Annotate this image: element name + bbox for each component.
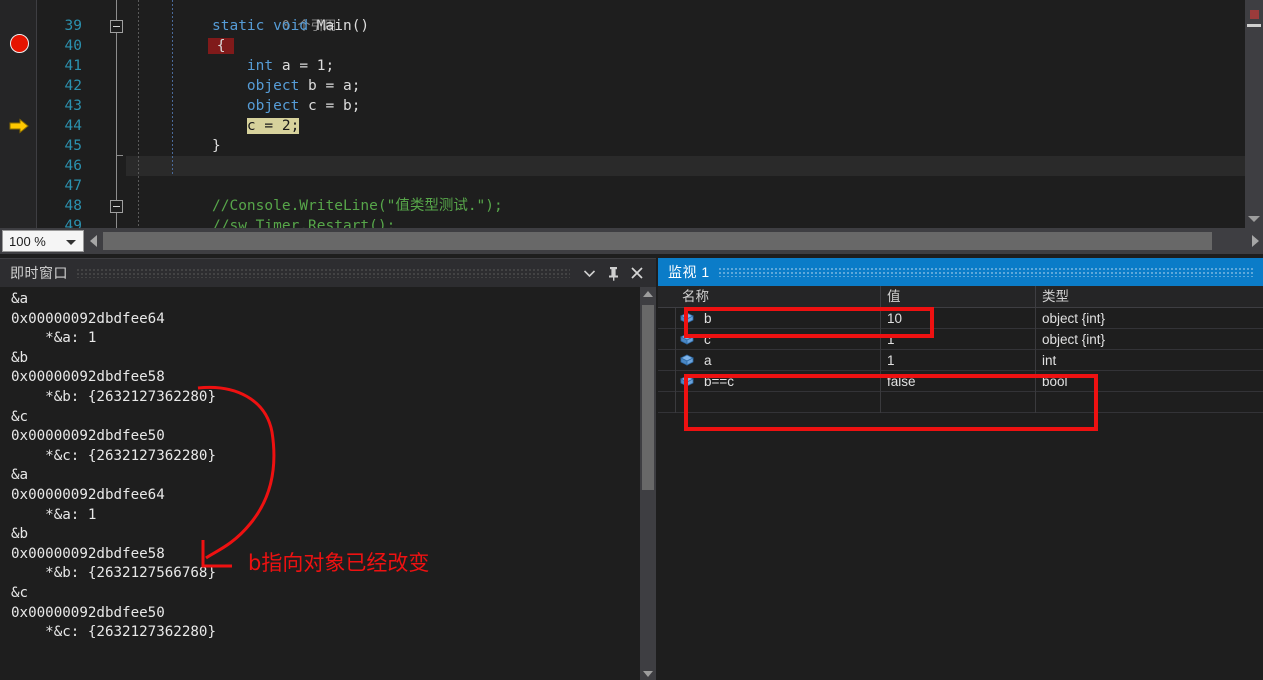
watch-value[interactable]: 10 <box>880 308 1035 329</box>
output-line: 0x00000092dbdfee50 <box>11 428 165 445</box>
row-expander[interactable] <box>662 371 676 392</box>
scrollbar-breakpoint-marker <box>1250 10 1259 19</box>
watch-type <box>1035 392 1263 413</box>
watch-type: object {int} <box>1035 329 1263 350</box>
pin-icon[interactable] <box>602 262 624 284</box>
column-header-value[interactable]: 值 <box>880 286 1035 308</box>
scroll-right-arrow-icon[interactable] <box>1252 235 1259 247</box>
table-row[interactable]: b 10 object {int} <box>658 308 1263 329</box>
code-line: object c = b; <box>246 98 361 114</box>
watch-value[interactable]: 1 <box>880 350 1035 371</box>
watch-name[interactable] <box>676 392 880 413</box>
table-row-empty[interactable] <box>658 392 1263 413</box>
immediate-window-panel: 即时窗口 &a 0x00000092dbdfee64 *&a: 1 &b 0x0… <box>0 258 656 680</box>
output-line: &c <box>11 584 29 601</box>
immediate-window-title: 即时窗口 <box>10 265 68 281</box>
code-line: object b = a; <box>246 78 361 94</box>
code-line-comment: //Console.WriteLine("值类型测试."); <box>212 198 503 214</box>
scroll-up-arrow-icon[interactable] <box>643 291 653 297</box>
hscroll-thumb[interactable] <box>103 232 1212 250</box>
watch-value[interactable]: false <box>880 371 1035 392</box>
row-expander[interactable] <box>662 392 676 413</box>
scrollbar-thumb[interactable] <box>642 305 654 490</box>
output-line: *&b: {2632127362280} <box>11 388 216 405</box>
row-expander[interactable] <box>662 308 676 329</box>
watch-name[interactable]: a <box>676 350 880 371</box>
code-line-current-statement: c = 2; <box>0 116 1263 136</box>
watch-name[interactable]: b <box>676 308 880 329</box>
output-line: *&a: 1 <box>11 330 97 347</box>
table-row[interactable]: b==c false bool <box>658 371 1263 392</box>
output-line: &b <box>11 349 29 366</box>
code-editor[interactable]: 39 40 41 42 43 44 45 46 47 48 49 0 个引用 s… <box>0 0 1263 228</box>
visual-studio-debug-window: 39 40 41 42 43 44 45 46 47 48 49 0 个引用 s… <box>0 0 1263 680</box>
panel-drag-handle[interactable] <box>76 268 570 278</box>
output-line: 0x00000092dbdfee64 <box>11 486 165 503</box>
watch-value[interactable] <box>880 392 1035 413</box>
column-header-type[interactable]: 类型 <box>1035 286 1263 308</box>
watch-name[interactable]: b==c <box>676 371 880 392</box>
current-statement-highlight: c = 2; <box>246 118 300 134</box>
scrollbar-thumb[interactable] <box>1247 24 1261 27</box>
editor-vertical-scrollbar[interactable] <box>1245 0 1263 228</box>
column-header-name[interactable]: 名称 <box>676 286 880 308</box>
watch-name[interactable]: c <box>676 329 880 350</box>
row-expander[interactable] <box>662 350 676 371</box>
watch-type: bool <box>1035 371 1263 392</box>
watch-variables-grid[interactable]: 名称 值 类型 b 10 object {int} c 1 object {in… <box>658 286 1263 680</box>
chevron-down-icon[interactable] <box>66 240 76 245</box>
code-line: } <box>212 138 221 154</box>
chevron-down-icon[interactable] <box>578 262 600 284</box>
output-line: *&c: {2632127362280} <box>11 624 216 641</box>
current-line-highlight <box>126 156 1263 176</box>
output-line: 0x00000092dbdfee58 <box>11 369 165 386</box>
watch-type: int <box>1035 350 1263 371</box>
watch-window-title: 监视 1 <box>668 264 710 280</box>
editor-horizontal-scrollbar[interactable] <box>86 230 1263 252</box>
immediate-window-scrollbar[interactable] <box>640 287 656 680</box>
table-row[interactable]: c 1 object {int} <box>658 329 1263 350</box>
output-line: *&a: 1 <box>11 506 97 523</box>
code-text-area[interactable]: 0 个引用 static void Main() { int a = 1; ob… <box>0 0 1263 228</box>
code-line: static void Main() <box>212 18 370 34</box>
output-line: &c <box>11 408 29 425</box>
immediate-window-titlebar[interactable]: 即时窗口 <box>0 259 656 287</box>
watch-value[interactable]: 1 <box>880 329 1035 350</box>
scroll-down-arrow-icon[interactable] <box>1248 216 1260 222</box>
table-row[interactable]: a 1 int <box>658 350 1263 371</box>
output-line: &b <box>11 526 29 543</box>
immediate-window-output[interactable]: &a 0x00000092dbdfee64 *&a: 1 &b 0x000000… <box>0 287 640 680</box>
code-line: { <box>208 38 235 54</box>
code-line: int a = 1; <box>246 58 335 74</box>
output-line: &a <box>11 291 29 307</box>
hscroll-track[interactable] <box>103 232 1246 250</box>
close-icon[interactable] <box>626 262 648 284</box>
watch-type: object {int} <box>1035 308 1263 329</box>
zoom-level-combobox[interactable]: 100 % <box>2 230 84 252</box>
annotation-label: b指向对象已经改变 <box>248 551 430 575</box>
row-expander[interactable] <box>662 329 676 350</box>
panel-drag-handle[interactable] <box>717 267 1255 277</box>
scroll-left-arrow-icon[interactable] <box>90 235 97 247</box>
output-line: 0x00000092dbdfee64 <box>11 310 165 327</box>
scroll-down-arrow-icon[interactable] <box>643 671 653 677</box>
output-line: *&c: {2632127362280} <box>11 447 216 464</box>
zoom-level-value: 100 % <box>9 233 46 249</box>
watch-window-panel: 监视 1 名称 值 类型 b 10 object {int} c 1 objec… <box>658 258 1263 680</box>
watch-window-titlebar[interactable]: 监视 1 <box>658 258 1263 286</box>
output-line: 0x00000092dbdfee50 <box>11 604 165 621</box>
watch-grid-header: 名称 值 类型 <box>658 286 1263 308</box>
code-line-comment: //sw_Timer.Restart(); <box>212 218 396 228</box>
output-line: &a <box>11 467 29 484</box>
